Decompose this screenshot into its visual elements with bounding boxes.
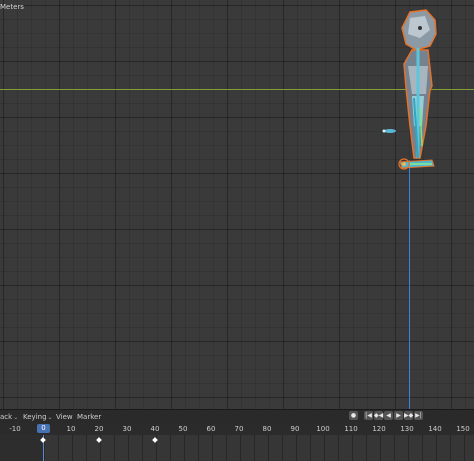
play-reverse-button[interactable]: ◀ [384,411,393,420]
view-menu[interactable]: View [56,413,73,421]
ruler-tick: 30 [122,425,132,433]
ik-target-dot [382,129,386,133]
play-button[interactable]: ▶ [394,411,403,420]
ruler-tick: 80 [262,425,272,433]
root-dot [402,162,406,166]
ruler-tick: 130 [400,425,414,433]
ruler-tick: 70 [234,425,244,433]
frame-ruler[interactable]: -10 0 10 20 30 40 50 60 70 80 90 100 110… [0,423,474,435]
keyframe-track[interactable] [0,435,474,461]
3d-viewport[interactable]: Meters [0,0,474,409]
record-button[interactable]: ● [349,411,358,420]
current-frame-indicator[interactable]: 0 [37,424,50,433]
ruler-tick: 10 [66,425,76,433]
ruler-tick: 90 [290,425,300,433]
ruler-tick: 120 [372,425,386,433]
menu-label: Keying [23,413,47,421]
jump-end-button[interactable]: ▶| [414,411,423,420]
keying-menu[interactable]: Keying⌄ [23,413,53,421]
prev-keyframe-button[interactable]: ◆◀ [374,411,383,420]
playback-menu[interactable]: ack⌄ [0,413,18,421]
ruler-tick: 110 [344,425,358,433]
ruler-tick: 40 [150,425,160,433]
z-axis-line [409,160,410,409]
ruler-tick: 60 [206,425,216,433]
next-keyframe-button[interactable]: ▶◆ [404,411,413,420]
ik-target-control [384,129,396,133]
playback-controls: ● |◀ ◆◀ ◀ ▶ ▶◆ ▶| [349,411,423,420]
menu-label: Marker [77,413,102,421]
unit-label: Meters [0,3,24,11]
ruler-tick: -10 [9,425,21,433]
scene-frame-range [44,435,474,461]
menu-label: View [56,413,73,421]
chevron-down-icon: ⌄ [13,414,19,421]
menu-label: ack [0,413,13,421]
marker-menu[interactable]: Marker [77,413,101,421]
ruler-tick: 150 [456,425,470,433]
timeline-header: ack⌄ Keying⌄ View Marker ● |◀ ◆◀ ◀ ▶ ▶◆ … [0,409,474,423]
ruler-tick: 100 [316,425,330,433]
chevron-down-icon: ⌄ [47,414,53,421]
ruler-tick: 50 [178,425,188,433]
ruler-tick: 20 [94,425,104,433]
ruler-tick: 140 [428,425,442,433]
jump-start-button[interactable]: |◀ [364,411,373,420]
armature-rig[interactable] [380,8,450,173]
eye-icon [418,26,422,30]
